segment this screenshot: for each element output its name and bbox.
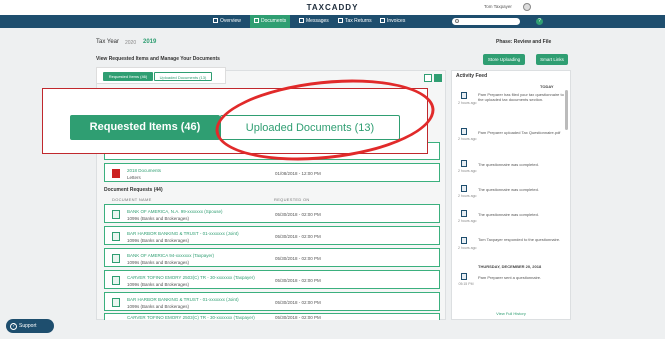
- request-title[interactable]: BAR HARBOR BANKING & TRUST - 01-xxxxxxx …: [127, 231, 239, 236]
- grid-view-icon[interactable]: [424, 74, 432, 82]
- invoice-icon: [380, 18, 385, 23]
- request-date: 05/30/2018 - 02:00 PM: [275, 300, 321, 305]
- document-icon: [112, 210, 120, 219]
- request-date: 05/30/2018 - 02:00 PM: [275, 278, 321, 283]
- request-category: 1099s (Banks and Brokerages): [127, 216, 190, 221]
- folder-icon: [338, 18, 343, 23]
- document-title[interactable]: 2018 Documents: [127, 168, 161, 173]
- search-icon: [455, 19, 459, 23]
- clipboard-icon: [461, 185, 467, 192]
- request-category: 1099s (Banks and Brokerages): [127, 282, 190, 287]
- nav-overview[interactable]: Overview: [213, 15, 241, 28]
- chat-icon: [299, 18, 304, 23]
- feed-time: 2 hours ago: [458, 101, 477, 105]
- request-date: 05/30/2018 - 02:00 PM: [275, 234, 321, 239]
- date-separator: THURSDAY, DECEMBER 20, 2018: [478, 264, 542, 269]
- request-title[interactable]: BANK OF AMERICA, N.A. 99-xxxxxxx (Spouse…: [127, 209, 223, 214]
- request-row[interactable]: BAR HARBOR BANKING & TRUST - 01-xxxxxxx …: [104, 226, 440, 245]
- feed-time: 2 hours ago: [458, 219, 477, 223]
- store-uploading-button[interactable]: Store Uploading: [483, 54, 525, 65]
- list-view-icon[interactable]: [434, 74, 442, 82]
- feed-text: Pam Preparer has filed your tax question…: [478, 92, 564, 102]
- document-requests-title: Document Requests (44): [104, 187, 163, 193]
- request-date: 05/30/2018 - 02:00 PM: [275, 212, 321, 217]
- clipboard-icon: [461, 92, 467, 99]
- feed-text: The questionnaire was completed.: [478, 212, 539, 217]
- document-icon: [112, 276, 120, 285]
- user-name[interactable]: Tom Taxpayer: [484, 4, 512, 9]
- feed-text: Pam Preparer sent a questionnaire.: [478, 275, 542, 280]
- main-nav: Overview Documents Messages Tax Returns …: [0, 15, 665, 28]
- feed-text: The questionnaire was completed.: [478, 187, 539, 192]
- clipboard-icon: [461, 128, 467, 135]
- clipboard-icon: [461, 273, 467, 280]
- nav-documents[interactable]: Documents: [250, 15, 291, 28]
- pdf-file-icon: [112, 169, 120, 178]
- activity-scrollbar[interactable]: [565, 90, 568, 130]
- tax-year-current[interactable]: 2019: [143, 39, 156, 45]
- request-title[interactable]: CARVER TOFINO EMORY 2503(C) TR - 30-xxxx…: [127, 275, 255, 280]
- logo: TAXCADDY: [306, 3, 359, 12]
- section-title: View Requested Items and Manage Your Doc…: [96, 56, 220, 62]
- activity-feed-title: Activity Feed: [456, 73, 488, 79]
- request-category: 1099s (Banks and Brokerages): [127, 304, 190, 309]
- feed-text: Pam Preparer uploaded Tax Questionnaire.…: [478, 130, 561, 135]
- request-row[interactable]: BANK OF AMERICA 94-xxxxxxx (Taxpayer) 10…: [104, 248, 440, 267]
- column-document-name: DOCUMENT NAME: [112, 197, 152, 202]
- search-input[interactable]: [452, 18, 520, 25]
- request-row[interactable]: CARVER TOFINO EMORY 2503(C) TR - 30-xxxx…: [104, 270, 440, 289]
- nav-invoices[interactable]: Invoices: [380, 15, 405, 28]
- request-date: 05/30/2018 - 02:00 PM: [275, 256, 321, 261]
- request-row[interactable]: CARVER TOFINO EMORY 2503(C) TR - 30-xxxx…: [104, 313, 440, 320]
- nav-messages[interactable]: Messages: [299, 15, 329, 28]
- feed-time: 2 hours ago: [458, 246, 477, 250]
- clipboard-icon: [461, 160, 467, 167]
- request-row[interactable]: BAR HARBOR BANKING & TRUST - 01-xxxxxxx …: [104, 292, 440, 311]
- support-button[interactable]: ? Support: [6, 319, 54, 333]
- document-date: 01/08/2018 - 12:00 PM: [275, 171, 321, 176]
- view-full-history-link[interactable]: View Full History: [451, 311, 571, 316]
- phase-label: Phase: Review and File: [496, 39, 552, 45]
- smart-links-button[interactable]: Smart Links: [536, 54, 568, 65]
- tab-requested-items[interactable]: Requested Items (46): [70, 115, 220, 140]
- tab-uploaded-documents-small[interactable]: Uploaded Documents (13): [154, 72, 212, 81]
- request-category: 1099s (Banks and Brokerages): [127, 260, 190, 265]
- tax-year-label: Tax Year: [96, 39, 120, 45]
- mini-tab-bar: Requested Items (46) Uploaded Documents …: [96, 67, 226, 84]
- tax-year-prev[interactable]: 2020: [125, 40, 136, 46]
- feed-time: 2 hours ago: [458, 169, 477, 173]
- clipboard-icon: [461, 237, 467, 244]
- request-category: 1099s (Banks and Brokerages): [127, 238, 190, 243]
- request-title[interactable]: CARVER TOFINO EMORY 2503(C) TR - 30-xxxx…: [127, 315, 255, 320]
- clipboard-icon: [461, 210, 467, 217]
- feed-text: The questionnaire was completed.: [478, 162, 539, 167]
- nav-tax-returns[interactable]: Tax Returns: [338, 15, 372, 28]
- document-icon: [112, 232, 120, 241]
- feed-time: 2 hours ago: [458, 137, 477, 141]
- document-icon: [112, 254, 120, 263]
- tab-requested-items-small[interactable]: Requested Items (46): [103, 72, 153, 81]
- column-requested-on: REQUESTED ON: [274, 197, 310, 202]
- request-date: 05/30/2018 - 02:00 PM: [275, 315, 321, 320]
- feed-text: Tom Taxpayer responded to the questionna…: [478, 237, 561, 242]
- top-header: TAXCADDY Tom Taxpayer: [0, 0, 665, 15]
- request-row[interactable]: BANK OF AMERICA, N.A. 99-xxxxxxx (Spouse…: [104, 204, 440, 223]
- document-icon: [254, 18, 259, 23]
- feed-time: 05:15 PM: [458, 282, 474, 286]
- document-row[interactable]: 2018 Documents Letters 01/08/2018 - 12:0…: [104, 163, 440, 182]
- help-icon: ?: [10, 322, 17, 330]
- document-category: Letters: [127, 175, 141, 180]
- home-icon: [213, 18, 218, 23]
- today-label: TODAY: [540, 84, 554, 89]
- help-button[interactable]: ?: [536, 18, 543, 25]
- avatar[interactable]: [523, 3, 531, 11]
- request-title[interactable]: BAR HARBOR BANKING & TRUST - 01-xxxxxxx …: [127, 297, 239, 302]
- document-icon: [112, 298, 120, 307]
- feed-time: 2 hours ago: [458, 194, 477, 198]
- request-title[interactable]: BANK OF AMERICA 94-xxxxxxx (Taxpayer): [127, 253, 214, 258]
